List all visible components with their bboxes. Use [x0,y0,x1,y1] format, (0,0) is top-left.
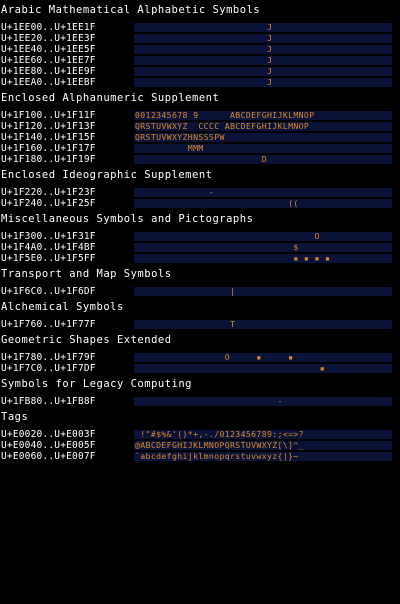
block-section: Miscellaneous Symbols and Pictographs U+1… [0,213,400,264]
glyph-strip: - [134,397,392,406]
range-row: U+1EE80..U+1EE9F J [0,66,400,77]
range-row: U+1F100..U+1F11F 0012345678 9 ABCDEFGHIJK… [0,110,400,121]
range-label: U+1F240..U+1F25F [1,198,96,209]
range-row: U+1EE60..U+1EE7F J [0,55,400,66]
range-label: U+1F6C0..U+1F6DF [1,286,96,297]
range-label: U+1F5E0..U+1F5FF [1,253,96,264]
glyph-strip: | [134,287,392,296]
range-label: U+1EE80..U+1EE9F [1,66,96,77]
block-title: Symbols for Legacy Computing [1,378,193,390]
range-label: U+1F100..U+1F11F [1,110,96,121]
block-section: Symbols for Legacy Computing U+1FB80..U+1… [0,378,400,407]
range-label: U+1F300..U+1F31F [1,231,96,242]
glyph-strip: QRSTUVWXYZHNSSSPW [134,133,392,142]
range-label: U+E0020..U+E003F [1,429,96,440]
glyph-strip: ▪ [134,364,392,373]
glyph-strip: T [134,320,392,329]
glyph-strip: J [134,67,392,76]
block-title: Enclosed Ideographic Supplement [1,169,213,181]
range-row: U+1FB80..U+1FB8F - [0,396,400,407]
glyph-strip: J [134,34,392,43]
range-row: U+1EE20..U+1EE3F J [0,33,400,44]
glyph-strip: J [134,23,392,32]
glyph-strip: 0012345678 9 ABCDEFGHIJKLMNOP [134,111,392,120]
range-label: U+E0060..U+E007F [1,451,96,462]
glyph-strip: J [134,78,392,87]
block-title: Tags [1,411,29,423]
glyph-strip: J [134,45,392,54]
range-label: U+1F160..U+1F17F [1,143,96,154]
glyph-strip: O ▪ ▪ [134,353,392,362]
block-title: Alchemical Symbols [1,301,124,313]
glyph-coverage-list: Arabic Mathematical Alphabetic Symbols U+… [0,4,400,462]
glyph-strip: ▪ ▪ ▪ ▪ [134,254,392,263]
range-label: U+1EE20..U+1EE3F [1,33,96,44]
range-label: U+1F180..U+1F19F [1,154,96,165]
block-section: Enclosed Alphanumeric Supplement U+1F100.… [0,92,400,165]
range-row: U+1F180..U+1F19F D [0,154,400,165]
block-section: Alchemical Symbols U+1F760..U+1F77F T [0,301,400,330]
block-title: Geometric Shapes Extended [1,334,172,346]
range-row: U+1F160..U+1F17F MMM [0,143,400,154]
range-label: U+1F220..U+1F23F [1,187,96,198]
glyph-strip: `abcdefghijklmnopqrstuvwxyz{|}~ [134,452,392,461]
range-label: U+1EE00..U+1EE1F [1,22,96,33]
block-title: Enclosed Alphanumeric Supplement [1,92,220,104]
block-section: Arabic Mathematical Alphabetic Symbols U+… [0,4,400,88]
block-section: Geometric Shapes Extended U+1F780..U+1F79… [0,334,400,374]
block-section: Transport and Map Symbols U+1F6C0..U+1F6D… [0,268,400,297]
glyph-strip: - [134,188,392,197]
range-label: U+E0040..U+E005F [1,440,96,451]
range-row: U+1F780..U+1F79F O ▪ ▪ [0,352,400,363]
range-label: U+1F760..U+1F77F [1,319,96,330]
range-label: U+1FB80..U+1FB8F [1,396,96,407]
range-label: U+1EEA0..U+1EEBF [1,77,96,88]
glyph-strip: O [134,232,392,241]
glyph-strip: QRSTUVWXYZ CCCC ABCDEFGHIJKLMNOP [134,122,392,131]
range-row: U+1F760..U+1F77F T [0,319,400,330]
glyph-strip: MMM [134,144,392,153]
glyph-strip: !"#$%&'()*+,-./0123456789:;<=>? [134,430,392,439]
range-label: U+1F140..U+1F15F [1,132,96,143]
range-row: U+1EEA0..U+1EEBF J [0,77,400,88]
block-title: Miscellaneous Symbols and Pictographs [1,213,254,225]
range-label: U+1F780..U+1F79F [1,352,96,363]
range-label: U+1EE40..U+1EE5F [1,44,96,55]
glyph-strip: J [134,56,392,65]
range-row: U+1F7C0..U+1F7DF ▪ [0,363,400,374]
glyph-strip: $ [134,243,392,252]
range-row: U+1F5E0..U+1F5FF ▪ ▪ ▪ ▪ [0,253,400,264]
range-row: U+E0040..U+E005F @ABCDEFGHIJKLMNOPQRSTUVW… [0,440,400,451]
range-row: U+1F6C0..U+1F6DF | [0,286,400,297]
glyph-strip: (( [134,199,392,208]
block-title: Transport and Map Symbols [1,268,172,280]
range-label: U+1F120..U+1F13F [1,121,96,132]
range-row: U+E0060..U+E007F `abcdefghijklmnopqrstuvw… [0,451,400,462]
range-label: U+1EE60..U+1EE7F [1,55,96,66]
range-label: U+1F4A0..U+1F4BF [1,242,96,253]
range-label: U+1F7C0..U+1F7DF [1,363,96,374]
range-row: U+1F240..U+1F25F (( [0,198,400,209]
range-row: U+1F120..U+1F13F QRSTUVWXYZ CCCC ABCDEFGH… [0,121,400,132]
range-row: U+1EE40..U+1EE5F J [0,44,400,55]
block-title: Arabic Mathematical Alphabetic Symbols [1,4,261,16]
range-row: U+1F4A0..U+1F4BF $ [0,242,400,253]
range-row: U+1F220..U+1F23F - [0,187,400,198]
block-section: Tags U+E0020..U+E003F !"#$%&'()*+,-./0123… [0,411,400,462]
range-row: U+1F300..U+1F31F O [0,231,400,242]
glyph-strip: D [134,155,392,164]
range-row: U+1F140..U+1F15F QRSTUVWXYZHNSSSPW [0,132,400,143]
range-row: U+1EE00..U+1EE1F J [0,22,400,33]
block-section: Enclosed Ideographic Supplement U+1F220..… [0,169,400,209]
range-row: U+E0020..U+E003F !"#$%&'()*+,-./01234567… [0,429,400,440]
glyph-strip: @ABCDEFGHIJKLMNOPQRSTUVWXYZ[\]^_ [134,441,392,450]
